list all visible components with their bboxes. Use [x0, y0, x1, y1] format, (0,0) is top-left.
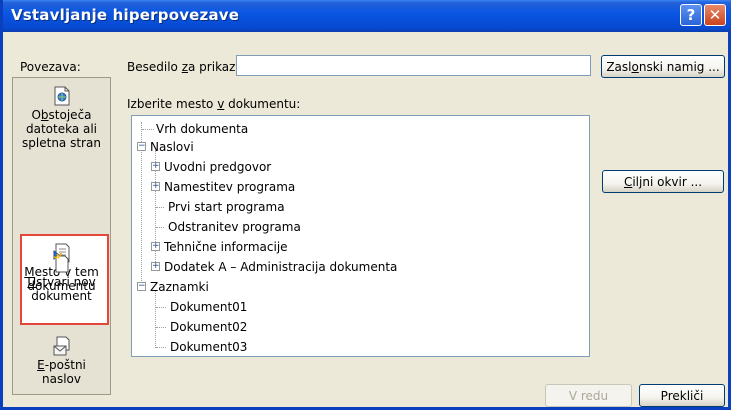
target-frame-button[interactable]: Ciljni okvir ... [602, 170, 724, 193]
document-place-tree[interactable]: Vrh dokumenta − Naslovi + Uvodni predgov… [131, 115, 590, 357]
sidebar-item-label: datoteka ali [25, 122, 98, 136]
close-icon: ✕ [708, 6, 722, 24]
tree-item-bookmark[interactable]: Dokument02 [170, 320, 247, 334]
sidebar-item-existing-file[interactable]: Obstoječa datoteka ali spletna stran [13, 86, 110, 150]
sidebar-item-label: naslov [42, 372, 81, 386]
dialog-title: Vstavljanje hiperpovezave [11, 6, 240, 24]
tree-item-headings[interactable]: Naslovi [150, 140, 194, 154]
tree-item-heading[interactable]: Prvi start programa [168, 200, 285, 214]
screen-tip-button[interactable]: Zasl o nski namig ... [601, 55, 725, 78]
tree-item-heading[interactable]: Dodatek A – Administracija dokumenta [164, 260, 397, 274]
tree-guide-line [156, 227, 164, 228]
sidebar-item-label-key: b [40, 108, 49, 122]
tree-guide-line [156, 207, 164, 208]
display-text-label-part: a prikaz: [188, 60, 240, 74]
link-to-label: Povezava: [20, 60, 81, 74]
sidebar-item-label: -poštni [44, 358, 86, 372]
tree-item-bookmark[interactable]: Dokument03 [170, 340, 247, 354]
display-text-label-part: Besedilo [127, 60, 182, 74]
select-place-label-part: dokumentu: [224, 97, 301, 111]
screen-tip-label: nski namig ... [638, 59, 720, 74]
target-frame-label-key: C [623, 174, 633, 189]
email-icon [53, 336, 69, 356]
expand-icon[interactable]: + [151, 162, 160, 171]
ok-button-label: V redu [568, 388, 609, 403]
sidebar-item-label-key: U [27, 275, 37, 289]
web-page-icon [54, 86, 69, 106]
sidebar-item-new-document[interactable]: Ustvari nov dokument [12, 253, 111, 303]
sidebar-item-email[interactable]: E-poštni naslov [12, 336, 111, 386]
tree-guide-line [156, 347, 166, 348]
tree-item-heading[interactable]: Odstranitev programa [168, 220, 301, 234]
tree-guide-line [156, 327, 166, 328]
sidebar-item-label: O [31, 108, 41, 122]
tree-item-heading[interactable]: Tehnične informacije [164, 240, 288, 254]
target-frame-label: iljni okvir ... [632, 174, 703, 189]
tree-item-heading[interactable]: Namestitev programa [164, 180, 295, 194]
sidebar-item-label: stvari nov [36, 275, 96, 289]
tree-guide-line [142, 129, 154, 130]
cancel-button[interactable]: Prekliči [639, 384, 725, 407]
tree-item-heading[interactable]: Uvodni predgovor [164, 160, 271, 174]
select-place-label: Izberite mesto v dokumentu: [127, 97, 300, 111]
display-text-input[interactable] [236, 55, 591, 76]
tree-guide-line [156, 307, 166, 308]
tree-guide-line [141, 150, 142, 287]
select-place-label-part: Izberite mesto [127, 97, 218, 111]
tree-item-top-of-document[interactable]: Vrh dokumenta [156, 122, 248, 136]
title-bar[interactable]: Vstavljanje hiperpovezave ? ✕ [3, 0, 731, 32]
sidebar-item-label: spletna stran [22, 136, 101, 150]
collapse-icon[interactable]: − [137, 142, 146, 151]
collapse-icon[interactable]: − [137, 282, 146, 291]
expand-icon[interactable]: + [151, 242, 160, 251]
expand-icon[interactable]: + [151, 262, 160, 271]
tree-item-bookmark[interactable]: Dokument01 [170, 300, 247, 314]
screen-tip-label: Zasl [606, 59, 632, 74]
tree-guide-line [155, 290, 156, 348]
close-button[interactable]: ✕ [704, 4, 726, 26]
sidebar-item-label: stoječa [48, 108, 92, 122]
tree-item-bookmarks[interactable]: Zaznamki [150, 280, 209, 294]
ok-button[interactable]: V redu [545, 384, 632, 407]
new-document-icon [53, 253, 68, 273]
display-text-label: Besedilo za prikaz: [127, 60, 240, 74]
help-icon: ? [686, 6, 696, 24]
screen-tip-label-key: o [631, 59, 639, 74]
expand-icon[interactable]: + [151, 182, 160, 191]
dialog-window: Vstavljanje hiperpovezave ? ✕ Povezava: … [0, 0, 731, 410]
sidebar-item-label-key: E [37, 358, 45, 372]
help-button[interactable]: ? [680, 4, 702, 26]
cancel-button-label: Prekliči [660, 388, 704, 403]
sidebar-item-label: dokument [31, 289, 92, 303]
